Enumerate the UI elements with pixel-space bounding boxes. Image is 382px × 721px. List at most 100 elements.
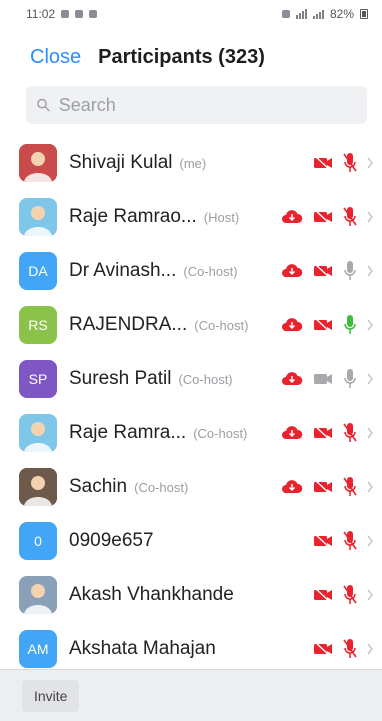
- participant-status-icons: [312, 530, 374, 552]
- avatar: DA: [19, 252, 57, 290]
- participant-role: (Co-host): [178, 372, 233, 387]
- participant-name: Suresh Patil: [69, 368, 172, 389]
- avatar-initials: SP: [28, 371, 48, 387]
- participant-info: Dr Avinash... (Co-host): [69, 260, 275, 282]
- search-input[interactable]: [56, 93, 357, 117]
- participant-role: (Co-host): [194, 318, 249, 333]
- participant-info: Sachin (Co-host): [69, 476, 275, 498]
- participant-status-icons: [281, 368, 374, 390]
- notification-icon: [75, 10, 84, 18]
- participant-info: Suresh Patil (Co-host): [69, 368, 275, 390]
- avatar: [19, 198, 57, 236]
- participant-status-icons: [281, 314, 374, 336]
- chevron-right-icon[interactable]: [366, 535, 374, 547]
- close-button[interactable]: Close: [30, 46, 81, 69]
- participant-role: (Host): [203, 210, 240, 225]
- participant-row[interactable]: RS RAJENDRA... (Co-host): [0, 298, 382, 352]
- participant-row[interactable]: 0 0909e657: [0, 514, 382, 568]
- participant-status-icons: [281, 476, 374, 498]
- video-off-icon: [314, 641, 332, 657]
- header: Close Participants (323): [0, 28, 382, 86]
- cloud-recording-icon: [282, 210, 303, 223]
- participant-info: Akash Vhankhande: [69, 584, 306, 606]
- wifi-icon: [295, 9, 307, 19]
- participant-row[interactable]: AM Akshata Mahajan: [0, 622, 382, 676]
- participant-role: (Co-host): [134, 480, 189, 495]
- participant-status-icons: [281, 422, 374, 444]
- chevron-right-icon[interactable]: [366, 589, 374, 601]
- avatar: AM: [19, 630, 57, 668]
- microphone-icon: [343, 153, 357, 172]
- status-bar: 11:02 82%: [0, 0, 382, 28]
- participant-row[interactable]: SP Suresh Patil (Co-host): [0, 352, 382, 406]
- video-off-icon: [314, 209, 332, 225]
- participant-status-icons: [312, 152, 374, 174]
- microphone-icon: [343, 423, 357, 442]
- participant-role: (Co-host): [183, 264, 238, 279]
- cloud-recording-icon: [282, 480, 303, 493]
- participant-name: RAJENDRA...: [69, 314, 188, 335]
- alarm-icon: [281, 10, 290, 18]
- video-off-icon: [314, 317, 332, 333]
- participant-name: Sachin: [69, 476, 128, 497]
- participant-name: Dr Avinash...: [69, 260, 177, 281]
- chevron-right-icon[interactable]: [366, 157, 374, 169]
- participant-row[interactable]: Raje Ramrao... (Host): [0, 190, 382, 244]
- battery-icon: [360, 9, 368, 19]
- signal-icon: [312, 9, 324, 19]
- notification-icon: [61, 10, 70, 18]
- microphone-icon: [343, 207, 357, 226]
- microphone-icon: [343, 477, 357, 496]
- participant-status-icons: [281, 260, 374, 282]
- participant-role: (me): [179, 156, 207, 171]
- avatar-initials: 0: [34, 533, 42, 549]
- profile-photo: [19, 414, 57, 452]
- participant-row[interactable]: Shivaji Kulal (me): [0, 136, 382, 190]
- avatar: [19, 414, 57, 452]
- video-notification-icon: [89, 10, 98, 18]
- participant-info: Akshata Mahajan: [69, 638, 306, 660]
- profile-photo: [19, 144, 57, 182]
- chevron-right-icon[interactable]: [366, 427, 374, 439]
- participant-status-icons: [312, 584, 374, 606]
- search-bar[interactable]: [26, 86, 367, 124]
- participant-name: Raje Ramra...: [69, 422, 187, 443]
- participant-row[interactable]: DA Dr Avinash... (Co-host): [0, 244, 382, 298]
- avatar-initials: DA: [28, 263, 48, 279]
- participant-status-icons: [312, 638, 374, 660]
- avatar: [19, 468, 57, 506]
- chevron-right-icon[interactable]: [366, 643, 374, 655]
- avatar-initials: AM: [27, 641, 49, 657]
- microphone-icon: [343, 639, 357, 658]
- participant-row[interactable]: Raje Ramra... (Co-host): [0, 406, 382, 460]
- chevron-right-icon[interactable]: [366, 319, 374, 331]
- participant-list: Shivaji Kulal (me) Raje Ramrao... (Host) DA D…: [0, 136, 382, 676]
- participant-row[interactable]: Akash Vhankhande: [0, 568, 382, 622]
- avatar: 0: [19, 522, 57, 560]
- participant-info: 0909e657: [69, 530, 306, 552]
- participant-role: (Co-host): [193, 426, 248, 441]
- video-off-icon: [314, 155, 332, 171]
- video-off-icon: [314, 425, 332, 441]
- chevron-right-icon[interactable]: [366, 211, 374, 223]
- chevron-right-icon[interactable]: [366, 265, 374, 277]
- video-off-icon: [314, 587, 332, 603]
- cloud-recording-icon: [282, 372, 303, 385]
- avatar: SP: [19, 360, 57, 398]
- participant-info: Raje Ramrao... (Host): [69, 206, 275, 228]
- microphone-icon: [344, 261, 356, 280]
- microphone-icon: [343, 531, 357, 550]
- video-off-icon: [314, 374, 332, 384]
- page-title: Participants (323): [98, 45, 265, 68]
- cloud-recording-icon: [282, 426, 303, 439]
- cloud-recording-icon: [282, 264, 303, 277]
- avatar: [19, 576, 57, 614]
- participant-info: Raje Ramra... (Co-host): [69, 422, 275, 444]
- microphone-icon: [344, 315, 356, 334]
- participant-row[interactable]: Sachin (Co-host): [0, 460, 382, 514]
- chevron-right-icon[interactable]: [366, 373, 374, 385]
- invite-button[interactable]: Invite: [22, 679, 80, 712]
- participant-name: Akshata Mahajan: [69, 638, 216, 659]
- profile-photo: [19, 576, 57, 614]
- chevron-right-icon[interactable]: [366, 481, 374, 493]
